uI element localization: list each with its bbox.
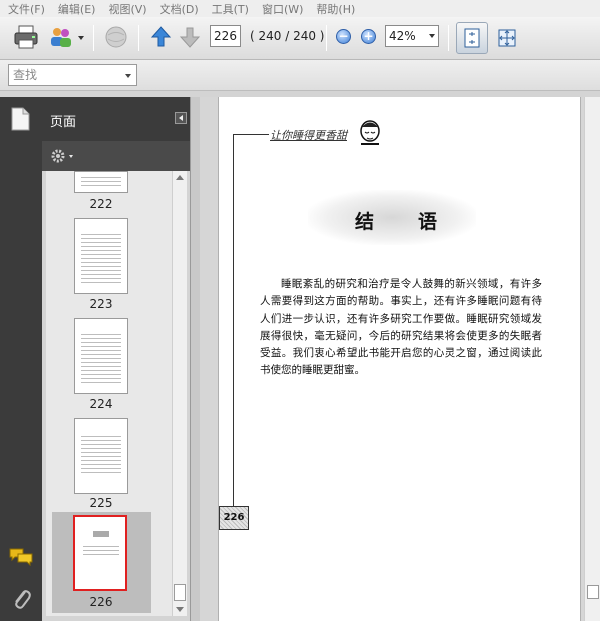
sleeping-face-icon — [360, 120, 380, 145]
scroll-up-icon[interactable] — [176, 175, 184, 180]
thumbnail-label: 224 — [89, 397, 113, 411]
page-count-label: ( 240 / 240 ) — [250, 29, 325, 43]
zoom-select[interactable]: 42% — [385, 25, 439, 47]
gear-icon — [51, 149, 73, 163]
collaborate-button[interactable] — [47, 23, 75, 51]
thumbnail-page-225[interactable] — [74, 418, 128, 494]
minus-icon: − — [338, 29, 349, 43]
menu-help[interactable]: 帮助(H) — [316, 1, 355, 17]
toolbar-separator — [93, 25, 94, 51]
print-button[interactable] — [12, 23, 40, 51]
fit-page-button[interactable] — [456, 22, 488, 54]
thumbnail-text-lines — [81, 331, 121, 385]
page-number-input[interactable]: 226 — [210, 25, 241, 47]
thumbnail-page-226[interactable] — [73, 515, 127, 591]
panel-options-button[interactable] — [49, 147, 75, 168]
zoom-value: 42% — [389, 29, 416, 43]
thumbnail-label: 222 — [89, 197, 113, 211]
thumbnail-text-lines — [83, 543, 119, 557]
globe-icon — [105, 26, 127, 48]
menu-tools[interactable]: 工具(T) — [212, 1, 249, 17]
arrow-up-icon — [150, 26, 172, 47]
panel-collapse-button[interactable] — [175, 112, 187, 124]
menu-view[interactable]: 视图(V) — [108, 1, 146, 17]
chevron-down-icon — [429, 34, 435, 38]
thumbnail-page-222[interactable] — [74, 171, 128, 193]
chapter-title: 结语 — [355, 211, 482, 233]
zoom-out-button[interactable]: − — [336, 29, 351, 44]
header-rule — [233, 134, 269, 135]
header-illustration — [357, 118, 383, 151]
page-number-box: 226 — [219, 506, 249, 530]
fit-page-icon — [464, 28, 480, 48]
panel-splitter[interactable] — [190, 97, 200, 621]
find-placeholder: 查找 — [13, 68, 38, 82]
previous-page-button[interactable] — [147, 23, 175, 51]
thumbnail-page-224[interactable] — [74, 318, 128, 394]
disabled-tool-button[interactable] — [102, 23, 130, 51]
thumbnail-page-223[interactable] — [74, 218, 128, 294]
thumbnail-label: 226 — [89, 595, 113, 609]
next-page-button[interactable] — [176, 23, 204, 51]
toolbar-separator — [138, 25, 139, 51]
comments-button[interactable] — [8, 546, 34, 571]
scrollbar-thumb[interactable] — [174, 584, 186, 601]
menu-bar: 文件(F) 编辑(E) 视图(V) 文档(D) 工具(T) 窗口(W) 帮助(H… — [0, 0, 600, 17]
arrow-down-icon — [179, 27, 201, 48]
thumbnail-text-lines — [81, 174, 121, 186]
page-icon — [11, 107, 30, 131]
paperclip-icon — [15, 590, 31, 609]
fit-width-button[interactable] — [491, 22, 523, 54]
menu-file[interactable]: 文件(F) — [8, 1, 45, 17]
printer-icon — [14, 25, 38, 49]
panel-title: 页面 — [50, 115, 77, 130]
thumbnail-label: 225 — [89, 496, 113, 510]
thumbnail-text-lines — [81, 433, 121, 473]
scroll-down-icon[interactable] — [176, 607, 184, 612]
plus-icon: + — [363, 29, 374, 43]
menu-window[interactable]: 窗口(W) — [262, 1, 303, 17]
attachments-button[interactable] — [10, 586, 32, 615]
menu-edit[interactable]: 编辑(E) — [58, 1, 96, 17]
running-header: 让你睡得更香甜 — [270, 129, 347, 142]
comments-icon — [9, 548, 33, 567]
body-paragraph: 睡眠紊乱的研究和治疗是令人鼓舞的新兴领域，有许多人需要得到这方面的帮助。事实上，… — [260, 278, 542, 377]
zoom-in-button[interactable]: + — [361, 29, 376, 44]
thumbnail-text-lines — [81, 231, 121, 285]
thumbnail-label: 223 — [89, 297, 113, 311]
chevron-down-icon — [125, 74, 131, 78]
find-input[interactable]: 查找 — [8, 64, 137, 86]
fit-width-icon — [498, 29, 516, 47]
toolbar-separator — [326, 25, 327, 51]
navigation-strip — [0, 97, 42, 621]
document-scrollbar[interactable] — [584, 97, 600, 621]
chevron-down-icon[interactable] — [78, 36, 84, 40]
thumbnail-title-mark — [93, 531, 109, 537]
toolbar-separator — [448, 25, 449, 51]
scrollbar-thumb[interactable] — [587, 585, 599, 599]
people-icon — [51, 28, 71, 47]
margin-rule — [233, 134, 234, 506]
thumbnail-scrollbar[interactable] — [172, 171, 187, 616]
pages-panel-button[interactable] — [9, 106, 31, 135]
menu-document[interactable]: 文档(D) — [160, 1, 199, 17]
